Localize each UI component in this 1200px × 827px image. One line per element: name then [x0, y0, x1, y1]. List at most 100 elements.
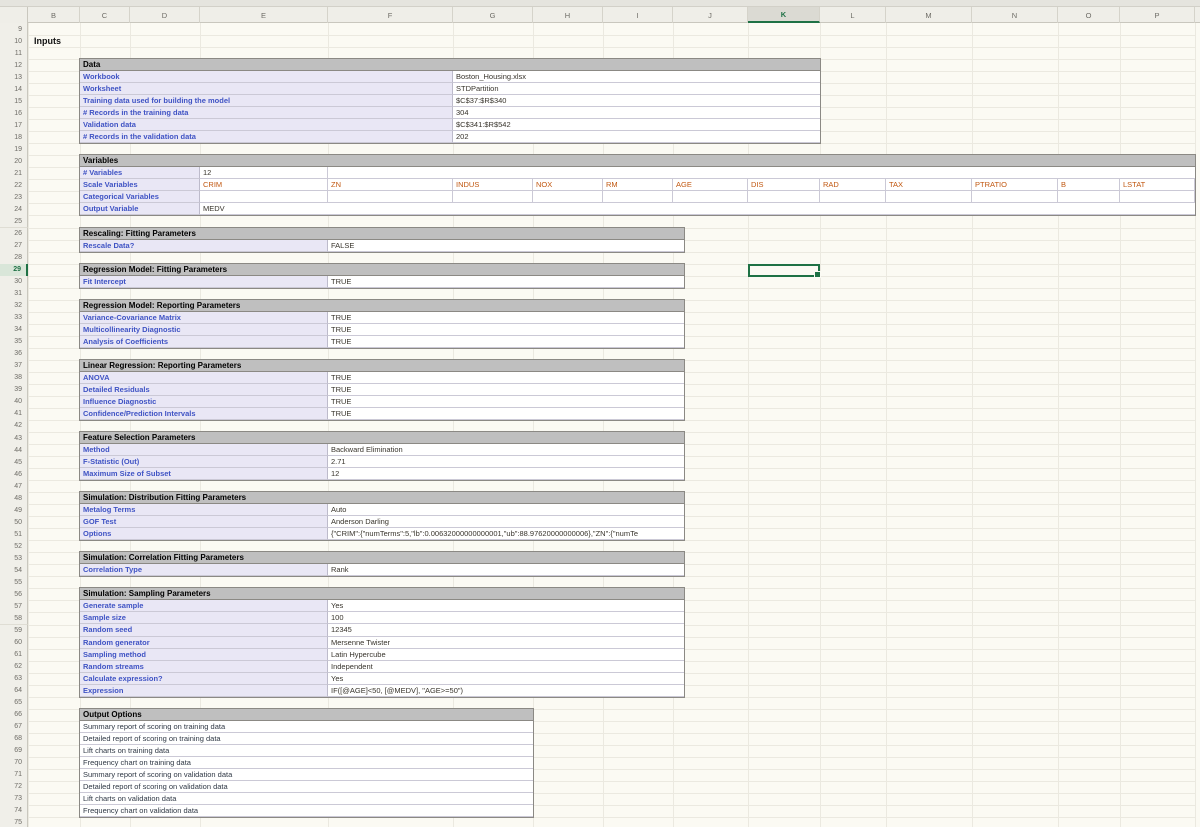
param-label[interactable]: Maximum Size of Subset: [80, 468, 328, 480]
param-value[interactable]: Backward Elimination: [328, 444, 684, 456]
sheet-title-cell[interactable]: Inputs: [34, 35, 61, 47]
param-label[interactable]: Random generator: [80, 637, 328, 649]
param-value[interactable]: 202: [453, 131, 820, 143]
categorical-variable-cell[interactable]: [972, 191, 1058, 203]
scale-variable-cell[interactable]: RAD: [820, 179, 886, 191]
section-sim_sampling-header[interactable]: Simulation: Sampling Parameters: [80, 588, 684, 600]
section-variables-header[interactable]: Variables: [80, 155, 1195, 167]
param-label[interactable]: Random seed: [80, 624, 328, 636]
param-value[interactable]: TRUE: [328, 276, 684, 288]
categorical-variable-cell[interactable]: [603, 191, 673, 203]
categorical-variable-cell[interactable]: [453, 191, 533, 203]
param-value[interactable]: IF([@AGE]<50, [@MEDV], "AGE>=50"): [328, 685, 684, 697]
categorical-variable-cell[interactable]: [200, 191, 328, 203]
param-value[interactable]: TRUE: [328, 408, 684, 420]
section-data-header[interactable]: Data: [80, 59, 820, 71]
scale-variable-cell[interactable]: DIS: [748, 179, 820, 191]
output-option-row[interactable]: Frequency chart on training data: [80, 757, 533, 769]
param-label[interactable]: Sampling method: [80, 649, 328, 661]
param-value[interactable]: Latin Hypercube: [328, 649, 684, 661]
param-label[interactable]: Calculate expression?: [80, 673, 328, 685]
output-option-row[interactable]: Detailed report of scoring on training d…: [80, 733, 533, 745]
scale-variable-cell[interactable]: CRIM: [200, 179, 328, 191]
param-label[interactable]: Random streams: [80, 661, 328, 673]
column-header-O[interactable]: O: [1058, 7, 1120, 23]
output-option-row[interactable]: Lift charts on validation data: [80, 793, 533, 805]
column-header-G[interactable]: G: [453, 7, 533, 23]
param-label[interactable]: GOF Test: [80, 516, 328, 528]
param-value[interactable]: TRUE: [328, 372, 684, 384]
column-header-B[interactable]: B: [28, 7, 80, 23]
categorical-variable-cell[interactable]: [820, 191, 886, 203]
param-value[interactable]: TRUE: [328, 384, 684, 396]
param-label[interactable]: Confidence/Prediction Intervals: [80, 408, 328, 420]
output-option-row[interactable]: Frequency chart on validation data: [80, 805, 533, 817]
row-header-75[interactable]: 75: [0, 817, 28, 827]
output-option-row[interactable]: Summary report of scoring on validation …: [80, 769, 533, 781]
column-header-I[interactable]: I: [603, 7, 673, 23]
param-label[interactable]: Workbook: [80, 71, 453, 83]
param-label[interactable]: Metalog Terms: [80, 504, 328, 516]
param-value[interactable]: {"CRIM":{"numTerms":5,"lb":0.00632000000…: [328, 528, 684, 540]
section-sim_distribution-header[interactable]: Simulation: Distribution Fitting Paramet…: [80, 492, 684, 504]
param-label[interactable]: Multicollinearity Diagnostic: [80, 324, 328, 336]
scale-variable-cell[interactable]: B: [1058, 179, 1120, 191]
param-value[interactable]: Anderson Darling: [328, 516, 684, 528]
param-value[interactable]: Yes: [328, 600, 684, 612]
param-label[interactable]: Influence Diagnostic: [80, 396, 328, 408]
param-label[interactable]: Fit Intercept: [80, 276, 328, 288]
param-label[interactable]: Categorical Variables: [80, 191, 200, 203]
section-linreg_reporting-header[interactable]: Linear Regression: Reporting Parameters: [80, 360, 684, 372]
param-value[interactable]: STDPartition: [453, 83, 820, 95]
param-label[interactable]: Detailed Residuals: [80, 384, 328, 396]
scale-variable-cell[interactable]: LSTAT: [1120, 179, 1195, 191]
param-label[interactable]: # Records in the training data: [80, 107, 453, 119]
param-label[interactable]: Training data used for building the mode…: [80, 95, 453, 107]
scale-variable-cell[interactable]: TAX: [886, 179, 972, 191]
param-label[interactable]: F-Statistic (Out): [80, 456, 328, 468]
section-output_options-header[interactable]: Output Options: [80, 709, 533, 721]
param-value[interactable]: 2.71: [328, 456, 684, 468]
param-value[interactable]: Independent: [328, 661, 684, 673]
scale-variable-cell[interactable]: RM: [603, 179, 673, 191]
scale-variable-cell[interactable]: PTRATIO: [972, 179, 1058, 191]
column-header-P[interactable]: P: [1120, 7, 1195, 23]
column-header-F[interactable]: F: [328, 7, 453, 23]
output-option-row[interactable]: Lift charts on training data: [80, 745, 533, 757]
scale-variable-cell[interactable]: NOX: [533, 179, 603, 191]
param-label[interactable]: Correlation Type: [80, 564, 328, 576]
param-label[interactable]: Expression: [80, 685, 328, 697]
n-variables-value[interactable]: 12: [200, 167, 328, 179]
param-label[interactable]: # Records in the validation data: [80, 131, 453, 143]
param-value[interactable]: Mersenne Twister: [328, 637, 684, 649]
section-sim_correlation-header[interactable]: Simulation: Correlation Fitting Paramete…: [80, 552, 684, 564]
param-label[interactable]: Generate sample: [80, 600, 328, 612]
column-header-N[interactable]: N: [972, 7, 1058, 23]
section-feature_selection-header[interactable]: Feature Selection Parameters: [80, 432, 684, 444]
param-value[interactable]: 12: [328, 468, 684, 480]
scale-variable-cell[interactable]: AGE: [673, 179, 748, 191]
param-value[interactable]: TRUE: [328, 396, 684, 408]
empty-cell[interactable]: [328, 167, 1195, 179]
column-header-C[interactable]: C: [80, 7, 130, 23]
section-rescaling-header[interactable]: Rescaling: Fitting Parameters: [80, 228, 684, 240]
param-value[interactable]: Boston_Housing.xlsx: [453, 71, 820, 83]
column-header-J[interactable]: J: [673, 7, 748, 23]
select-all-corner[interactable]: [0, 7, 28, 23]
column-header-E[interactable]: E: [200, 7, 328, 23]
column-header-M[interactable]: M: [886, 7, 972, 23]
param-label[interactable]: Output Variable: [80, 203, 200, 215]
section-reg_fitting-header[interactable]: Regression Model: Fitting Parameters: [80, 264, 684, 276]
scale-variable-cell[interactable]: ZN: [328, 179, 453, 191]
column-header-H[interactable]: H: [533, 7, 603, 23]
selected-cell[interactable]: [748, 264, 820, 277]
categorical-variable-cell[interactable]: [328, 191, 453, 203]
param-label[interactable]: Method: [80, 444, 328, 456]
output-option-row[interactable]: Summary report of scoring on training da…: [80, 721, 533, 733]
param-value[interactable]: $C$341:$R$542: [453, 119, 820, 131]
param-value[interactable]: Rank: [328, 564, 684, 576]
categorical-variable-cell[interactable]: [1058, 191, 1120, 203]
param-value[interactable]: $C$37:$R$340: [453, 95, 820, 107]
param-label[interactable]: Analysis of Coefficients: [80, 336, 328, 348]
param-label[interactable]: Scale Variables: [80, 179, 200, 191]
